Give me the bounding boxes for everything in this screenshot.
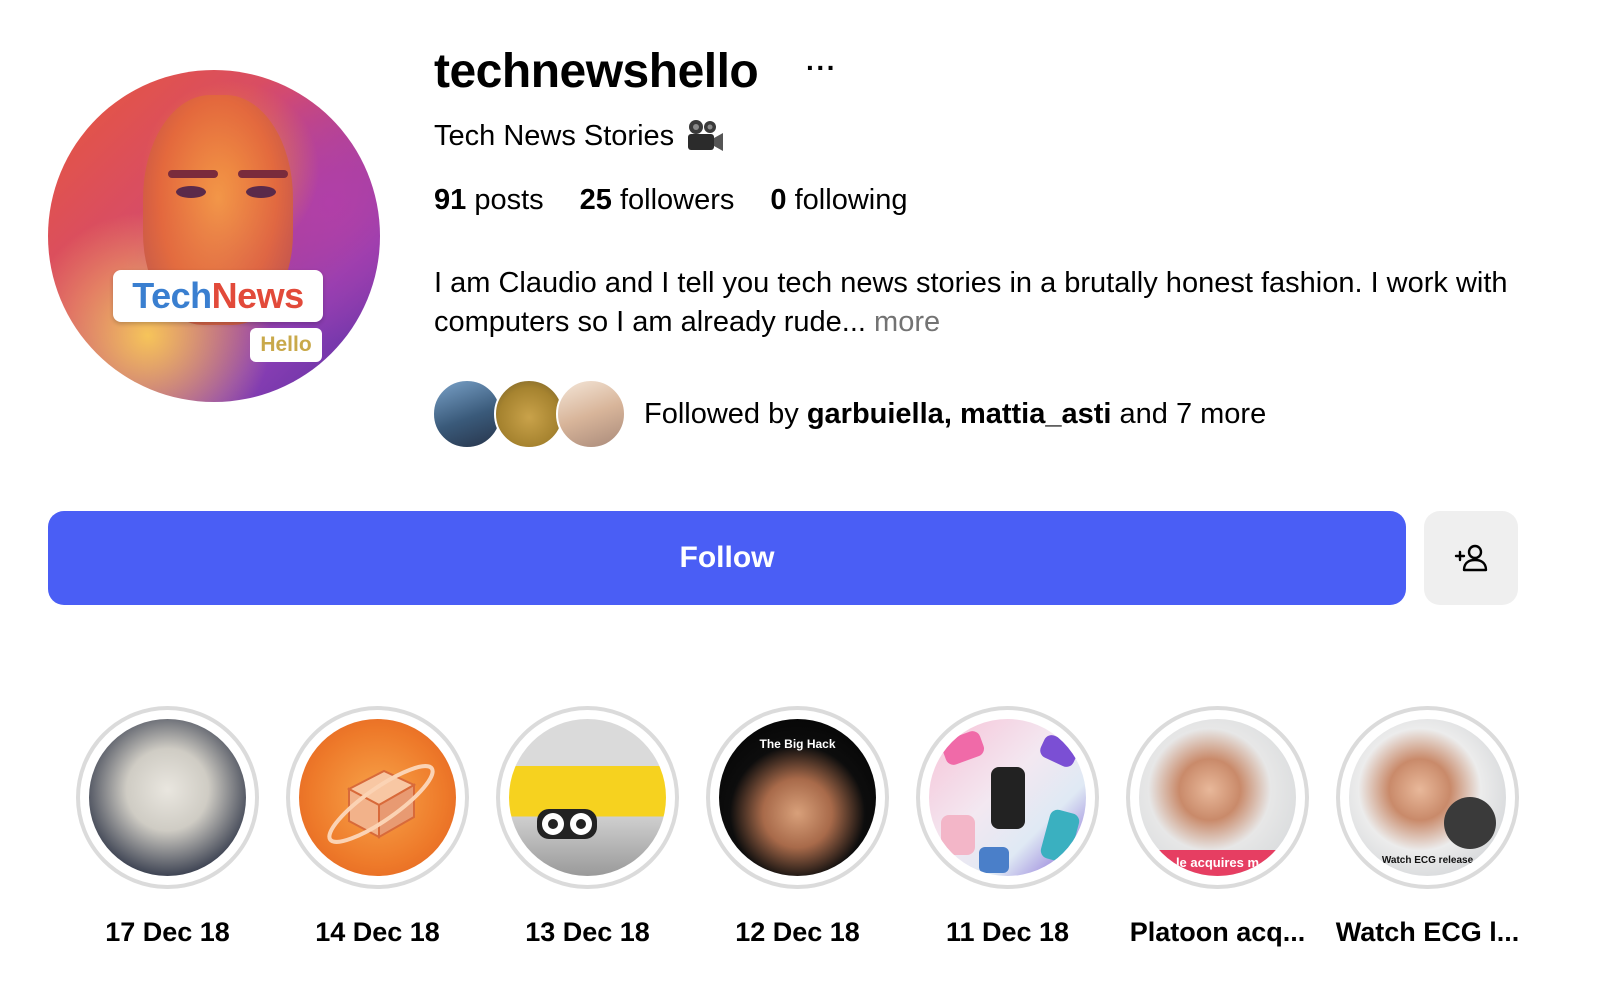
highlight-cover: Watch ECG release — [1349, 719, 1506, 876]
box-orbit-icon — [327, 764, 435, 844]
phone-cases-icon — [941, 731, 1080, 873]
mutual-avatar — [494, 379, 564, 449]
bio-more-link[interactable]: more — [874, 306, 940, 338]
highlight-label: Platoon acq... — [1129, 917, 1306, 947]
posts-stat[interactable]: 91 posts — [434, 184, 544, 217]
highlight-label: 17 Dec 18 — [105, 917, 230, 947]
following-count: 0 — [770, 184, 787, 216]
add-person-icon — [1454, 544, 1488, 572]
highlight-cover: The Big Hack — [719, 719, 876, 876]
mutual-user-2[interactable]: mattia_asti — [960, 398, 1112, 430]
followers-stat[interactable]: 25 followers — [580, 184, 735, 217]
highlight-caption: le acquires m — [1175, 855, 1260, 870]
mutual-user-1[interactable]: garbuiella — [807, 398, 944, 430]
highlight-cover — [89, 719, 246, 876]
highlight-item[interactable]: 17 Dec 18 — [76, 706, 259, 948]
profile-avatar[interactable]: Tech News Hello — [48, 70, 380, 402]
highlight-ring — [916, 706, 1099, 889]
posts-count: 91 — [434, 184, 467, 216]
highlight-label: 13 Dec 18 — [525, 917, 650, 947]
highlight-ring: le acquires m — [1126, 706, 1309, 889]
highlight-ring: Watch ECG release — [1336, 706, 1519, 889]
bio: I am Claudio and I tell you tech news st… — [434, 264, 1514, 342]
highlight-label: 14 Dec 18 — [315, 917, 440, 947]
following-stat[interactable]: 0 following — [770, 184, 907, 217]
mutual-avatar — [432, 379, 502, 449]
bio-text: I am Claudio and I tell you tech news st… — [434, 267, 1508, 338]
highlight-ring — [496, 706, 679, 889]
badge-text-news: News — [211, 275, 305, 316]
avatar-eye — [246, 186, 276, 198]
avatar-eye — [176, 186, 206, 198]
followed-prefix: Followed by — [644, 397, 799, 430]
avatar-brow — [238, 170, 288, 178]
suggest-accounts-button[interactable] — [1424, 511, 1518, 605]
highlight-caption: The Big Hack — [759, 737, 836, 751]
highlight-ring — [286, 706, 469, 889]
followers-label: followers — [619, 184, 735, 216]
highlight-label: 11 Dec 18 — [945, 917, 1070, 947]
highlight-caption: Watch ECG release — [1381, 855, 1474, 866]
mutual-avatar — [556, 379, 626, 449]
username: technewshello — [434, 45, 759, 98]
highlight-cover — [929, 719, 1086, 876]
highlight-ring — [76, 706, 259, 889]
mutual-avatars — [432, 379, 626, 449]
more-options-icon[interactable]: ··· — [806, 52, 837, 84]
followers-count: 25 — [579, 184, 612, 216]
highlight-cover — [509, 719, 666, 876]
highlight-item[interactable]: 14 Dec 18 — [286, 706, 469, 948]
full-name: Tech News Stories — [434, 118, 724, 154]
avatar-brow — [168, 170, 218, 178]
highlight-item[interactable]: 13 Dec 18 — [496, 706, 679, 948]
followed-by[interactable]: Followed by garbuiella, mattia_asti and … — [432, 379, 1266, 449]
highlight-label: Watch ECG l... — [1335, 917, 1520, 947]
highlight-item[interactable]: 11 Dec 18 — [916, 706, 1099, 948]
profile-stats: 91 posts 25 followers 0 following — [434, 184, 907, 217]
highlight-ring: The Big Hack — [706, 706, 889, 889]
following-label: following — [794, 184, 908, 216]
robot-eyes-icon — [537, 809, 597, 839]
badge-text-tech: Tech — [132, 275, 212, 316]
full-name-text: Tech News Stories — [434, 119, 675, 152]
mutual-separator: , — [943, 397, 952, 430]
highlight-item[interactable]: Watch ECG release Watch ECG l... — [1336, 706, 1519, 948]
follow-button[interactable]: Follow — [48, 511, 1406, 605]
highlight-cover — [299, 719, 456, 876]
followed-by-text: Followed by garbuiella, mattia_asti and … — [644, 398, 1266, 431]
highlight-item[interactable]: le acquires m Platoon acq... — [1126, 706, 1309, 948]
badge-hello: Hello — [250, 328, 322, 362]
movie-camera-icon — [688, 120, 724, 151]
posts-label: posts — [474, 184, 544, 216]
followed-suffix: and 7 more — [1119, 397, 1267, 430]
highlight-label: 12 Dec 18 — [735, 917, 860, 947]
watch-overlay — [1444, 797, 1496, 849]
avatar-badge: Tech News — [113, 270, 323, 322]
highlight-cover: le acquires m — [1139, 719, 1296, 876]
story-highlights: 17 Dec 18 14 Dec 18 13 Dec 18 The Big Ha… — [76, 706, 1519, 948]
highlight-item[interactable]: The Big Hack 12 Dec 18 — [706, 706, 889, 948]
